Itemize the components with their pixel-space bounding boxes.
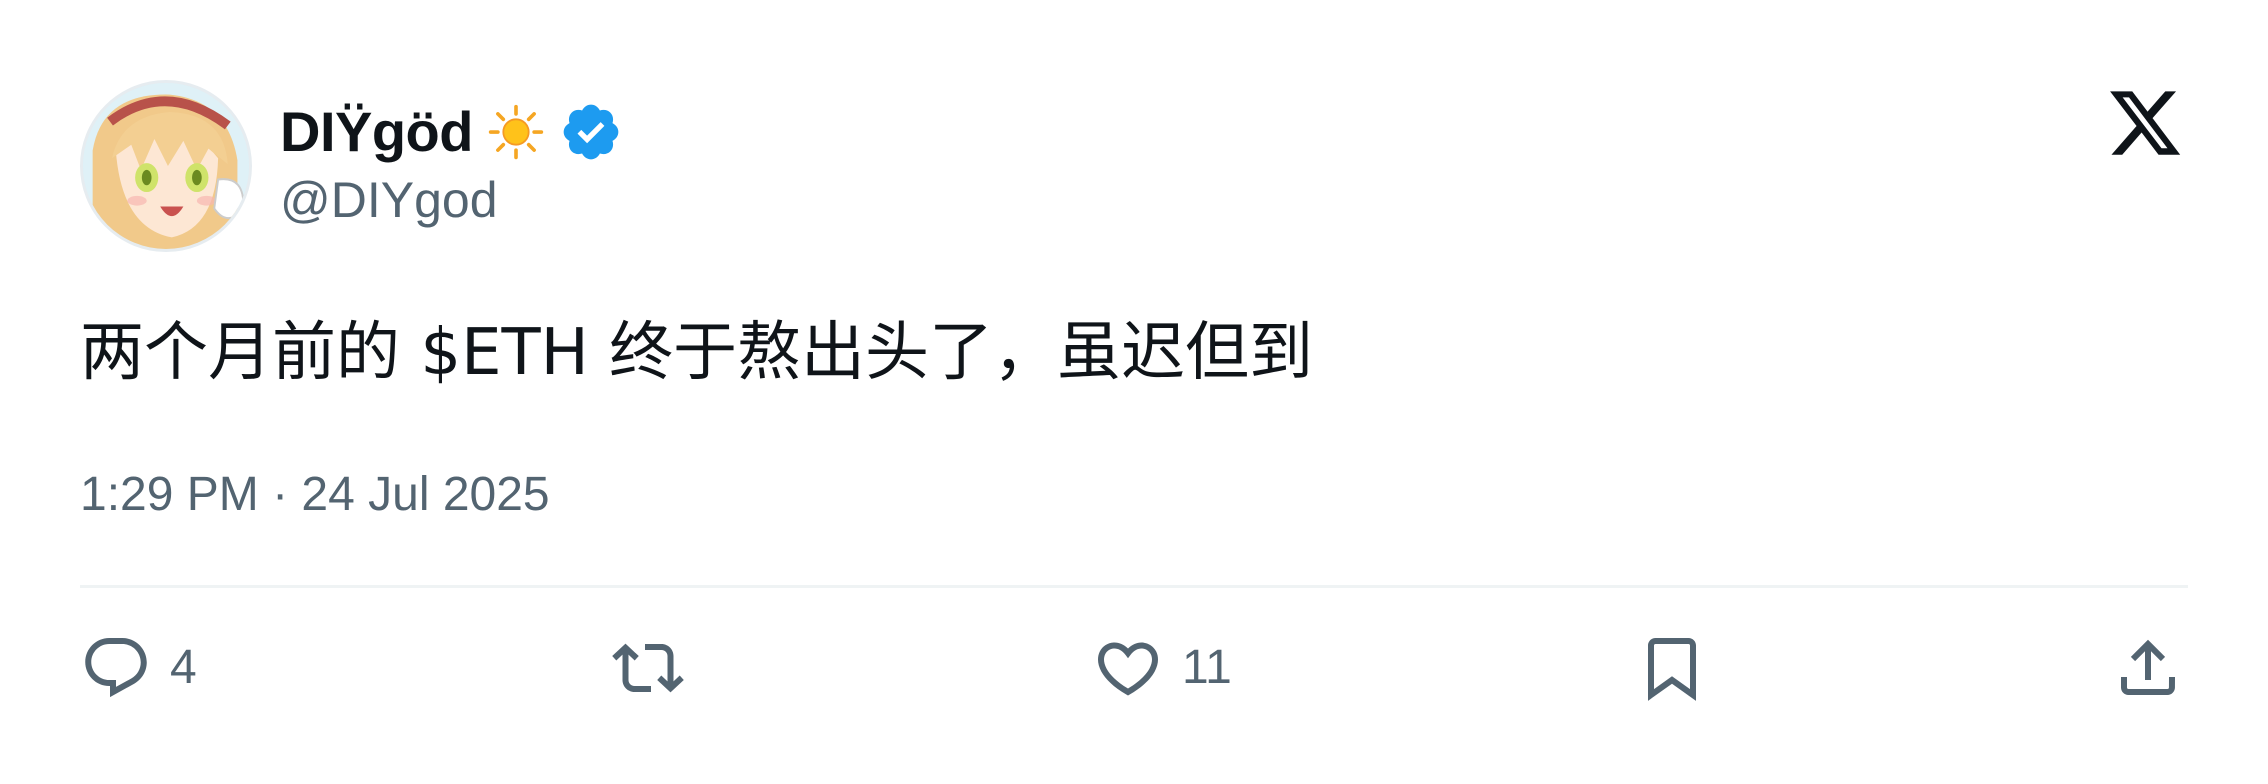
tweet-text-after: 终于熬出头了，虽迟但到 <box>588 316 1314 390</box>
bookmark-button[interactable] <box>1636 628 1726 708</box>
like-button[interactable]: 11 <box>1092 628 1232 708</box>
avatar-image <box>83 83 249 249</box>
author-handle[interactable]: @DIYgod <box>280 170 498 230</box>
avatar[interactable] <box>80 80 252 252</box>
retweet-icon <box>612 643 684 693</box>
retweet-button[interactable] <box>612 628 702 708</box>
verified-badge-icon[interactable] <box>559 100 623 164</box>
tweet-card: DIŸgöd @DIYgod 两个月前的 $ETH 终于熬出头了，虽迟但到 1:… <box>0 0 2268 784</box>
reply-count: 4 <box>170 641 197 694</box>
tweet-timestamp[interactable]: 1:29 PM · 24 Jul 2025 <box>80 466 550 524</box>
share-icon <box>2121 639 2175 695</box>
sun-icon <box>488 104 544 160</box>
divider <box>80 585 2188 588</box>
reply-icon <box>85 638 147 698</box>
display-name-row[interactable]: DIŸgöd <box>280 96 623 168</box>
like-count: 11 <box>1182 641 1232 694</box>
reply-button[interactable]: 4 <box>80 628 197 708</box>
x-logo-icon[interactable] <box>2106 84 2184 162</box>
display-name[interactable]: DIŸgöd <box>280 104 473 160</box>
cashtag-link[interactable]: $ETH <box>420 316 588 390</box>
heart-icon <box>1097 642 1159 696</box>
bookmark-icon <box>1648 638 1696 701</box>
share-button[interactable] <box>2112 628 2202 708</box>
tweet-text-before: 两个月前的 <box>80 316 421 390</box>
tweet-text: 两个月前的 $ETH 终于熬出头了，虽迟但到 <box>80 312 1313 395</box>
